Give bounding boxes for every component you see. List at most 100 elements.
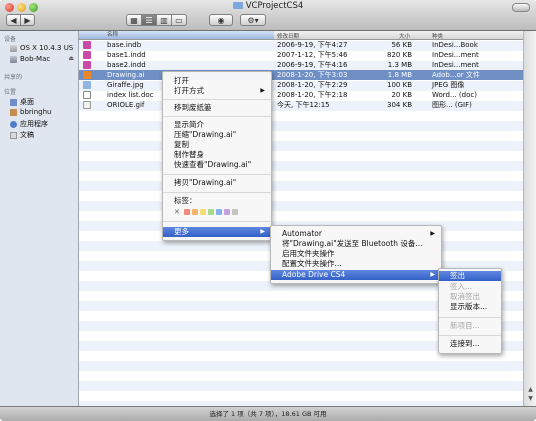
menu-item-enable-folder-actions[interactable]: 启用文件夹操作 (271, 249, 441, 259)
column-header-name[interactable]: 名称 (79, 31, 274, 39)
menu-item-compress[interactable]: 压缩"Drawing.ai" (163, 130, 271, 140)
sidebar-item-desktop[interactable]: 桌面 (10, 97, 34, 107)
submenu-arrow-icon: ▶ (260, 87, 265, 94)
quick-look-button[interactable]: ◉ (209, 14, 233, 26)
column-header-date[interactable]: 修改日期 (277, 32, 299, 40)
indesign-file-icon (83, 51, 91, 59)
column-view-button[interactable]: ▥ (156, 14, 172, 26)
title-bar: VCProjectCS4 ◀ ▶ ▦ ☰ ▥ ▭ ◉ ⚙▾ (0, 0, 536, 31)
column-header-size[interactable]: 大小 (399, 32, 410, 40)
icon-view-icon: ▦ (130, 15, 138, 25)
menu-divider (163, 116, 271, 117)
home-icon (10, 108, 17, 116)
menu-item-label: 打开方式 (174, 86, 204, 95)
file-size: 100 KB (387, 81, 412, 89)
sidebar-item-label: 应用程序 (20, 120, 48, 128)
scroll-up-arrow-icon[interactable]: ▲ (526, 386, 535, 393)
menu-item-adobe-drive[interactable]: Adobe Drive CS4 ▶ (271, 270, 441, 280)
menu-item-move-to-trash[interactable]: 移到废纸篓 (163, 103, 271, 113)
file-kind: InDesi...ment (432, 51, 479, 59)
back-button[interactable]: ◀ (6, 14, 21, 26)
label-orange-swatch[interactable] (191, 209, 198, 215)
menu-item-check-out[interactable]: 签出 (439, 271, 501, 281)
menu-item-open[interactable]: 打开 (163, 76, 271, 86)
forward-button[interactable]: ▶ (20, 14, 35, 26)
illustrator-file-icon (83, 71, 91, 79)
desktop-icon (10, 98, 17, 106)
sidebar-item-documents[interactable]: 文稿 (10, 130, 34, 140)
file-size: 820 KB (387, 51, 412, 59)
file-row[interactable]: ORIOLE.gif 今天, 下午12:15 304 KB 图形... (GIF… (79, 100, 523, 110)
menu-item-show-versions[interactable]: 显示版本... (439, 302, 501, 312)
menu-item-cancel-check-out: 取消签出 (450, 292, 480, 301)
computer-icon (10, 55, 17, 63)
column-view-icon: ▥ (160, 15, 168, 25)
menu-divider (163, 174, 271, 175)
menu-item-get-info[interactable]: 显示简介 (163, 120, 271, 130)
sidebar-item-label: 文稿 (20, 131, 34, 139)
label-red-swatch[interactable] (183, 209, 190, 215)
file-size: 56 KB (391, 41, 412, 49)
cover-flow-button[interactable]: ▭ (171, 14, 187, 26)
sidebar-item-applications[interactable]: 应用程序 (10, 119, 48, 129)
label-gray-swatch[interactable] (231, 209, 238, 215)
menu-item-duplicate[interactable]: 复制 (163, 140, 271, 150)
file-kind: JPEG 图像 (432, 81, 465, 89)
sidebar: 设备 OS X 10.4.3 US Bob-Mac ⏏ 共享的 位置 桌面 bb… (0, 31, 79, 406)
menu-divider (439, 317, 501, 318)
more-submenu: Automator ▶ 将"Drawing.ai"发送至 Bluetooth 设备… (270, 225, 442, 284)
file-row-selected[interactable]: Drawing.ai 2008-1-20, 下午3:03 1.8 MB Adob… (79, 70, 523, 80)
sidebar-item-os-disk[interactable]: OS X 10.4.3 US (10, 44, 73, 52)
label-green-swatch[interactable] (207, 209, 214, 215)
menu-item-quick-look[interactable]: 快速查看"Drawing.ai" (163, 160, 271, 170)
file-row[interactable]: base.indb 2006-9-19, 下午4:27 56 KB InDesi… (79, 40, 523, 50)
file-date: 2008-1-20, 下午2:29 (277, 81, 348, 89)
file-row[interactable]: base2.indd 2006-9-19, 下午4:16 1.3 MB InDe… (79, 60, 523, 70)
file-name: base2.indd (107, 61, 146, 69)
file-date: 2006-9-19, 下午4:16 (277, 61, 348, 69)
menu-item-connect-to[interactable]: 连接到... (439, 339, 501, 349)
menu-divider (163, 221, 271, 222)
window-title: VCProjectCS4 (0, 1, 536, 11)
menu-item-open-with[interactable]: 打开方式 ▶ (163, 86, 271, 96)
hard-disk-icon (10, 44, 17, 52)
menu-item-send-bluetooth[interactable]: 将"Drawing.ai"发送至 Bluetooth 设备... (271, 239, 441, 249)
sidebar-item-home[interactable]: bbringhu (10, 108, 51, 116)
eject-icon[interactable]: ⏏ (68, 55, 74, 62)
vertical-scrollbar[interactable]: ▲ ▼ (523, 31, 536, 406)
menu-item-label: 更多 (174, 227, 189, 236)
file-size: 1.3 MB (387, 61, 412, 69)
menu-divider (163, 192, 271, 193)
action-menu-button[interactable]: ⚙▾ (240, 14, 266, 26)
menu-item-new-item: 新项目... (450, 321, 480, 330)
file-date: 2006-9-19, 下午4:27 (277, 41, 348, 49)
label-purple-swatch[interactable] (223, 209, 230, 215)
file-row[interactable]: Giraffe.jpg 2008-1-20, 下午2:29 100 KB JPE… (79, 80, 523, 90)
scroll-down-arrow-icon[interactable]: ▼ (526, 395, 535, 402)
list-view-button[interactable]: ☰ (141, 14, 157, 26)
forward-arrow-icon: ▶ (24, 15, 31, 25)
sidebar-item-label: bbringhu (20, 108, 52, 116)
file-kind: InDesi...Book (432, 41, 478, 49)
submenu-arrow-icon: ▶ (430, 271, 435, 278)
back-arrow-icon: ◀ (10, 15, 17, 25)
folder-icon (232, 2, 243, 9)
column-header-kind[interactable]: 种类 (432, 32, 443, 40)
menu-item-configure-folder-actions[interactable]: 配置文件夹操作... (271, 259, 441, 269)
menu-item-copy[interactable]: 拷贝"Drawing.ai" (163, 178, 271, 188)
label-yellow-swatch[interactable] (199, 209, 206, 215)
sidebar-item-bob-mac[interactable]: Bob-Mac (10, 55, 74, 63)
label-blue-swatch[interactable] (215, 209, 222, 215)
toolbar-toggle-button[interactable] (512, 3, 530, 12)
menu-item-make-alias[interactable]: 制作替身 (163, 150, 271, 160)
file-row[interactable]: index list.doc 2008-1-20, 下午2:18 20 KB W… (79, 90, 523, 100)
eye-icon: ◉ (217, 15, 225, 25)
file-date: 2008-1-20, 下午2:18 (277, 91, 348, 99)
menu-item-more[interactable]: 更多 ▶ (163, 227, 271, 237)
label-clear-icon[interactable]: ✕ (174, 208, 180, 216)
file-date: 今天, 下午12:15 (277, 101, 330, 109)
file-row[interactable]: base1.indd 2007-1-12, 下午5:46 820 KB InDe… (79, 50, 523, 60)
file-kind: 图形... (GIF) (432, 101, 472, 109)
icon-view-button[interactable]: ▦ (126, 14, 142, 26)
menu-item-automator[interactable]: Automator ▶ (271, 229, 441, 239)
